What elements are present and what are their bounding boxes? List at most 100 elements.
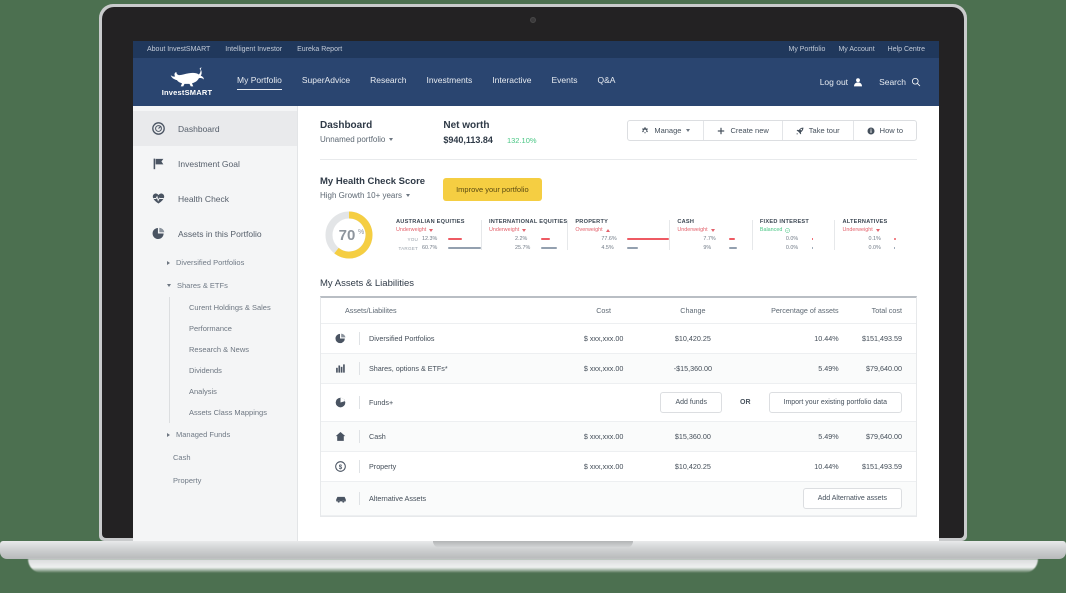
nav-item-my-portfolio[interactable]: My Portfolio	[237, 75, 282, 90]
health-score-unit: %	[358, 229, 364, 236]
improve-portfolio-button[interactable]: Improve your portfolio	[443, 178, 542, 201]
you-bar	[894, 237, 897, 241]
sidebar-item-analysis[interactable]: Analysis	[169, 381, 297, 402]
allocation-fixed-interest: FIXED INTEREST Balanced 0.0% 0.0%	[751, 219, 835, 251]
row-change: -$15,360.00	[673, 364, 713, 373]
manage-button[interactable]: Manage	[628, 121, 705, 140]
table-row[interactable]: Shares, options & ETFs* $ xxx,xxx.00 -$1…	[321, 354, 916, 384]
how-to-label: How to	[879, 126, 903, 135]
add-funds-button[interactable]: Add funds	[660, 392, 722, 413]
sidebar-item-shares-etfs[interactable]: Shares & ETFs	[133, 274, 297, 297]
dashboard-header: Dashboard Unnamed portfolio Net worth $9…	[320, 120, 917, 159]
page-title: Dashboard	[320, 120, 373, 131]
allocation-category-label: INTERNATIONAL EQUITIES	[489, 219, 568, 225]
add-alternative-assets-button[interactable]: Add Alternative assets	[802, 488, 902, 509]
sidebar-item-dashboard[interactable]: Dashboard	[133, 111, 297, 146]
row-total: $151,493.59	[862, 334, 902, 343]
allocation-status[interactable]: Underweight	[842, 227, 917, 233]
rocket-icon	[796, 127, 804, 134]
chevron-right-icon	[167, 260, 170, 265]
table-row[interactable]: Diversified Portfolios $ xxx,xxx.00 $10,…	[321, 324, 916, 354]
gauge-icon	[151, 122, 166, 135]
row-cost: $ xxx,xxx.00	[583, 432, 624, 441]
chevron-down-icon	[167, 284, 171, 287]
import-portfolio-button[interactable]: Import your existing portfolio data	[768, 392, 902, 413]
risk-profile-label: High Growth 10+ years	[320, 191, 403, 200]
allocation-status[interactable]: Overweight	[575, 227, 669, 233]
nav-item-research[interactable]: Research	[370, 75, 406, 90]
heart-pulse-icon	[151, 192, 166, 205]
alternative-actions: Add Alternative assets	[802, 488, 916, 509]
sidebar: Dashboard Investment Goal Health Check A…	[133, 106, 298, 541]
sidebar-item-health-check[interactable]: Health Check	[133, 181, 297, 216]
row-label: Diversified Portfolios	[369, 334, 435, 343]
sidebar-item-current-holdings[interactable]: Curent Holdings & Sales	[169, 297, 297, 318]
link-about-investsmart[interactable]: About InvestSMART	[147, 46, 210, 53]
target-value: 0.0%	[868, 245, 881, 251]
risk-profile-selector[interactable]: High Growth 10+ years	[320, 191, 425, 200]
sidebar-item-diversified-portfolios[interactable]: Diversified Portfolios	[133, 251, 297, 274]
link-help-centre[interactable]: Help Centre	[888, 46, 925, 53]
how-to-button[interactable]: How to	[854, 121, 916, 140]
table-header: Assets/Liabilites Cost Change Percentage…	[321, 298, 916, 324]
allocation-status[interactable]: Underweight	[489, 227, 567, 233]
sidebar-item-investment-goal[interactable]: Investment Goal	[133, 146, 297, 181]
table-row: Funds+ Add funds OR Import your existing…	[321, 384, 916, 422]
allocation-status-label: Balanced	[759, 227, 783, 233]
info-icon	[867, 127, 875, 134]
logout-button[interactable]: Log out	[820, 77, 863, 87]
row-percentage: 10.44%	[814, 334, 839, 343]
you-value: 7.7%	[703, 236, 716, 242]
arrow-down-icon	[710, 228, 715, 232]
sidebar-item-cash[interactable]: Cash	[133, 446, 297, 469]
column-header-assets: Assets/Liabilites	[345, 306, 397, 315]
portfolio-name: Unnamed portfolio	[320, 135, 386, 144]
nav-item-investments[interactable]: Investments	[426, 75, 472, 90]
sidebar-item-property[interactable]: Property	[133, 469, 297, 492]
portfolio-selector[interactable]: Unnamed portfolio	[320, 135, 394, 144]
allocation-status[interactable]: Underweight	[396, 227, 481, 233]
link-my-account[interactable]: My Account	[838, 46, 874, 53]
allocation-status[interactable]: Balanced	[760, 227, 835, 233]
target-bar	[729, 246, 738, 250]
logout-label: Log out	[819, 77, 849, 87]
you-bar	[811, 237, 813, 241]
sidebar-item-assets-in-this-portfolio[interactable]: Assets in this Portfolio	[133, 216, 297, 251]
create-new-button[interactable]: Create new	[704, 121, 783, 140]
sidebar-item-dividends[interactable]: Dividends	[169, 360, 297, 381]
table-row[interactable]: $ Property $ xxx,xxx.00 $10,420.25 10.44…	[321, 452, 916, 482]
target-label: TARGET	[398, 245, 418, 251]
row-change: $10,420.25	[674, 462, 711, 471]
sidebar-item-assets-class-mappings[interactable]: Assets Class Mappings	[169, 402, 297, 423]
nav-item-interactive[interactable]: Interactive	[492, 75, 531, 90]
flag-icon	[151, 157, 166, 170]
sidebar-item-performance[interactable]: Performance	[169, 318, 297, 339]
link-intelligent-investor[interactable]: Intelligent Investor	[225, 46, 282, 53]
search-button[interactable]: Search	[879, 77, 921, 87]
target-value: 25.7%	[515, 245, 531, 251]
take-tour-button[interactable]: Take tour	[783, 121, 854, 140]
row-label: Shares, options & ETFs*	[369, 364, 448, 373]
nav-item-qa[interactable]: Q&A	[598, 75, 616, 90]
you-value: 0.0%	[785, 236, 799, 242]
sidebar-item-managed-funds[interactable]: Managed Funds	[133, 423, 297, 446]
target-bar	[811, 246, 813, 250]
nav-item-superadvice[interactable]: SuperAdvice	[302, 75, 350, 90]
link-eureka-report[interactable]: Eureka Report	[297, 46, 342, 53]
health-check-title-block: My Health Check Score High Growth 10+ ye…	[320, 176, 425, 200]
brand-logo[interactable]: InvestSMART	[151, 67, 223, 97]
sidebar-item-research-news[interactable]: Research & News	[169, 339, 297, 360]
table-row[interactable]: Cash $ xxx,xxx.00 $15,360.00 5.49% $79,6…	[321, 422, 916, 452]
you-label: YOU	[407, 236, 418, 242]
nav-item-events[interactable]: Events	[552, 75, 578, 90]
allocation-status[interactable]: Underweight	[677, 227, 752, 233]
webcam-icon	[530, 17, 536, 23]
link-my-portfolio[interactable]: My Portfolio	[788, 46, 825, 53]
arrow-down-icon	[875, 228, 880, 232]
target-bar	[541, 246, 557, 250]
search-label: Search	[879, 77, 906, 87]
utility-bar: About InvestSMART Intelligent Investor E…	[133, 41, 939, 58]
you-value: 2.2%	[515, 236, 528, 242]
sidebar-sub-label: Shares & ETFs	[177, 281, 228, 290]
row-change: $10,420.25	[674, 334, 711, 343]
